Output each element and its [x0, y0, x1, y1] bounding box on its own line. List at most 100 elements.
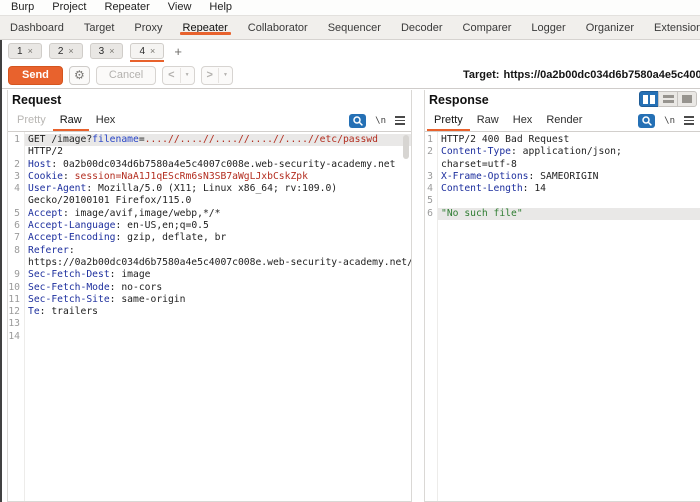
repeater-tab-3[interactable]: 3×	[90, 43, 124, 59]
code-line[interactable]: 13	[8, 318, 411, 330]
close-tab-icon[interactable]: ×	[28, 46, 33, 56]
menu-item-view[interactable]: View	[159, 0, 201, 15]
response-tab-hex[interactable]: Hex	[506, 110, 540, 131]
menu-bar: BurpProjectRepeaterViewHelp	[0, 0, 700, 15]
tab-target[interactable]: Target	[74, 16, 125, 39]
code-line[interactable]: 1HTTP/2 400 Bad Request	[425, 134, 700, 146]
send-settings-button[interactable]: ⚙	[69, 66, 90, 85]
tab-collaborator[interactable]: Collaborator	[238, 16, 318, 39]
line-number	[8, 257, 24, 269]
forward-button[interactable]: > ▼	[201, 66, 233, 85]
code-line[interactable]: https://0a2b00dc034d6b7580a4e5c4007c008e…	[8, 257, 411, 269]
code-line[interactable]: 12Te: trailers	[8, 306, 411, 318]
line-number: 2	[425, 146, 437, 158]
tab-logger[interactable]: Logger	[521, 16, 575, 39]
code-line[interactable]: 2Content-Type: application/json;	[425, 146, 700, 158]
code-line[interactable]: HTTP/2	[8, 146, 411, 158]
back-button[interactable]: < ▼	[162, 66, 194, 85]
repeater-tab-label: 1	[17, 46, 23, 57]
editor-menu-icon[interactable]	[684, 116, 694, 125]
tab-proxy[interactable]: Proxy	[124, 16, 172, 39]
gear-icon: ⚙	[74, 69, 85, 81]
code-line[interactable]: 10Sec-Fetch-Mode: no-cors	[8, 282, 411, 294]
code-line[interactable]: 2Host: 0a2b00dc034d6b7580a4e5c4007c008e.…	[8, 159, 411, 171]
close-tab-icon[interactable]: ×	[68, 46, 73, 56]
request-tab-list: PrettyRawHex	[10, 110, 122, 131]
tab-organizer[interactable]: Organizer	[576, 16, 644, 39]
code-line[interactable]: 7Accept-Encoding: gzip, deflate, br	[8, 232, 411, 244]
back-dropdown-caret-icon[interactable]: ▼	[181, 72, 194, 78]
code-line[interactable]: 9Sec-Fetch-Dest: image	[8, 269, 411, 281]
repeater-tab-2[interactable]: 2×	[49, 43, 83, 59]
menu-item-project[interactable]: Project	[43, 0, 95, 15]
code-line[interactable]: 5Accept: image/avif,image/webp,*/*	[8, 208, 411, 220]
menu-item-burp[interactable]: Burp	[2, 0, 43, 15]
request-editor-icons: \n	[349, 110, 409, 131]
send-button[interactable]: Send	[8, 66, 63, 85]
cancel-button[interactable]: Cancel	[96, 66, 156, 85]
code-token: : en-US,en;q=0.5	[116, 220, 209, 231]
code-text: Accept-Language: en-US,en;q=0.5	[24, 220, 411, 232]
response-editor[interactable]: 1HTTP/2 400 Bad Request2Content-Type: ap…	[425, 132, 700, 501]
code-text	[24, 318, 411, 330]
newline-toggle-icon[interactable]: \n	[375, 116, 386, 126]
request-editor[interactable]: 1GET /image?filename=....//....//....//.…	[8, 132, 411, 501]
code-text: charset=utf-8	[437, 159, 700, 171]
search-icon[interactable]	[638, 114, 655, 128]
code-line[interactable]: 4User-Agent: Mozilla/5.0 (X11; Linux x86…	[8, 183, 411, 195]
layout-single-button[interactable]	[677, 91, 697, 107]
code-line[interactable]: 3Cookie: session=NaA1J1qEScRm6sN3SB7aWgL…	[8, 171, 411, 183]
response-tab-render[interactable]: Render	[539, 110, 589, 131]
code-token: Sec-Fetch-Site	[28, 294, 110, 305]
tab-dashboard[interactable]: Dashboard	[0, 16, 74, 39]
code-line[interactable]: 6Accept-Language: en-US,en;q=0.5	[8, 220, 411, 232]
code-line[interactable]: 14	[8, 331, 411, 343]
code-line[interactable]: Gecko/20100101 Firefox/115.0	[8, 195, 411, 207]
response-tab-raw[interactable]: Raw	[470, 110, 506, 131]
code-line[interactable]: 1GET /image?filename=....//....//....//.…	[8, 134, 411, 146]
editor-menu-icon[interactable]	[395, 116, 405, 125]
line-number	[8, 146, 24, 158]
newline-toggle-icon[interactable]: \n	[664, 116, 675, 126]
response-tab-pretty[interactable]: Pretty	[427, 110, 470, 131]
request-tab-raw[interactable]: Raw	[53, 110, 89, 131]
code-line[interactable]: 6"No such file"	[425, 208, 700, 220]
tab-extensions[interactable]: Extensions	[644, 16, 700, 39]
line-number: 12	[8, 306, 24, 318]
code-text: Cookie: session=NaA1J1qEScRm6sN3SB7aWgLJ…	[24, 171, 411, 183]
layout-rows-button[interactable]	[658, 91, 678, 107]
code-token: Host	[28, 159, 51, 170]
code-line[interactable]: 3X-Frame-Options: SAMEORIGIN	[425, 171, 700, 183]
code-line[interactable]: 8Referer:	[8, 245, 411, 257]
code-token: ....//....//....//....//....//etc/passwd	[145, 134, 378, 145]
repeater-tab-4[interactable]: 4×	[130, 43, 164, 59]
code-line[interactable]: 5	[425, 195, 700, 207]
close-tab-icon[interactable]: ×	[150, 46, 155, 56]
menu-item-repeater[interactable]: Repeater	[96, 0, 159, 15]
close-tab-icon[interactable]: ×	[109, 46, 114, 56]
request-scrollbar-thumb[interactable]	[403, 135, 409, 159]
code-token: : gzip, deflate, br	[116, 232, 227, 243]
menu-item-help[interactable]: Help	[200, 0, 241, 15]
code-line[interactable]: 4Content-Length: 14	[425, 183, 700, 195]
code-token: https://0a2b00dc034d6b7580a4e5c4007c008e…	[28, 257, 411, 268]
forward-dropdown-caret-icon[interactable]: ▼	[219, 72, 232, 78]
request-tab-hex[interactable]: Hex	[89, 110, 123, 131]
tab-sequencer[interactable]: Sequencer	[318, 16, 391, 39]
response-tab-bar: PrettyRawHexRender \n	[425, 110, 700, 132]
tab-decoder[interactable]: Decoder	[391, 16, 453, 39]
code-token: Accept	[28, 208, 63, 219]
code-line[interactable]: charset=utf-8	[425, 159, 700, 171]
layout-columns-button[interactable]	[639, 91, 659, 107]
repeater-tab-1[interactable]: 1×	[8, 43, 42, 59]
code-token: GET /image?	[28, 134, 92, 145]
main-tab-bar: DashboardTargetProxyRepeaterCollaborator…	[0, 15, 700, 40]
search-icon[interactable]	[349, 114, 366, 128]
add-tab-button[interactable]: +	[171, 44, 185, 59]
code-text: Sec-Fetch-Site: same-origin	[24, 294, 411, 306]
tab-repeater[interactable]: Repeater	[173, 16, 238, 39]
code-token: Sec-Fetch-Dest	[28, 269, 110, 280]
line-number	[8, 195, 24, 207]
code-line[interactable]: 11Sec-Fetch-Site: same-origin	[8, 294, 411, 306]
tab-comparer[interactable]: Comparer	[453, 16, 522, 39]
